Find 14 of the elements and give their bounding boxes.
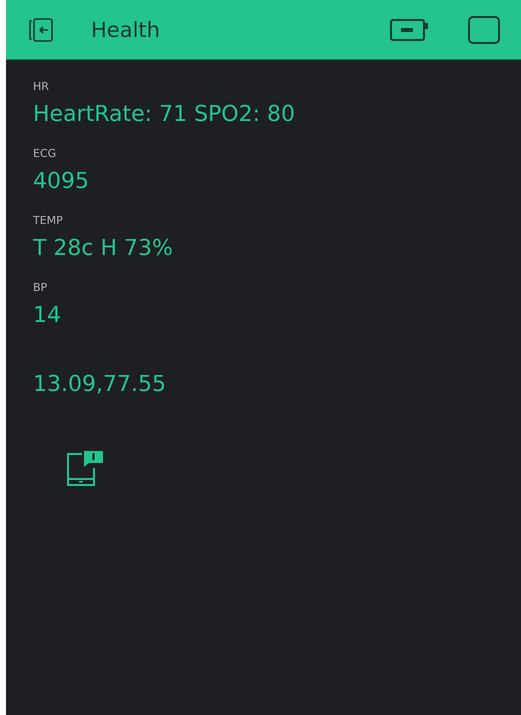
exit-icon[interactable] [28, 16, 54, 42]
phone-alert-icon[interactable] [65, 449, 105, 489]
widget-value: 13.09,77.55 [33, 372, 166, 397]
widget-label: ECG [33, 147, 56, 160]
device-icon[interactable] [389, 16, 429, 42]
square-icon[interactable] [467, 14, 501, 44]
widget-value: 14 [33, 303, 61, 328]
widget-value: HeartRate: 71 SPO2: 80 [33, 102, 296, 127]
app-title: Health [91, 18, 160, 42]
widget-value: 4095 [33, 169, 89, 194]
widget-label: HR [33, 80, 49, 93]
widget-value: T 28c H 73% [33, 236, 173, 261]
widget-label: BP [33, 281, 48, 294]
widget-label: TEMP [33, 214, 63, 227]
